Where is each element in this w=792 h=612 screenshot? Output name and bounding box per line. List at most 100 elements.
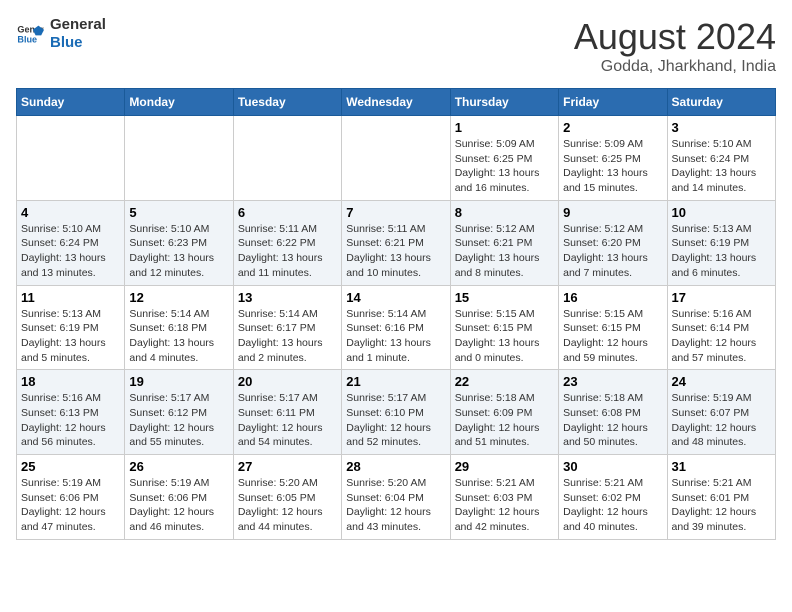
weekday-header: Thursday xyxy=(450,89,558,116)
page-subtitle: Godda, Jharkhand, India xyxy=(574,58,776,76)
page-title: August 2024 xyxy=(574,16,776,58)
day-number: 19 xyxy=(129,374,228,389)
logo-blue: Blue xyxy=(50,34,106,52)
calendar-cell: 19Sunrise: 5:17 AM Sunset: 6:12 PM Dayli… xyxy=(125,370,233,455)
title-block: August 2024 Godda, Jharkhand, India xyxy=(574,16,776,76)
weekday-header: Saturday xyxy=(667,89,775,116)
day-number: 29 xyxy=(455,459,554,474)
calendar-cell: 1 Sunrise: 5:09 AM Sunset: 6:25 PM Daylig… xyxy=(450,116,558,201)
calendar-cell: 8 Sunrise: 5:12 AM Sunset: 6:21 PM Daylig… xyxy=(450,200,558,285)
calendar-cell xyxy=(125,116,233,201)
day-info: Sunrise: 5:12 AM Sunset: 6:20 PM Dayligh… xyxy=(563,222,662,281)
day-info: Sunrise: 5:18 AM Sunset: 6:09 PM Dayligh… xyxy=(455,391,554,450)
day-number: 12 xyxy=(129,290,228,305)
day-info: Sunrise: 5:21 AM Sunset: 6:02 PM Dayligh… xyxy=(563,476,662,535)
calendar-cell xyxy=(233,116,341,201)
calendar-cell: 3Sunrise: 5:10 AM Sunset: 6:24 PM Daylig… xyxy=(667,116,775,201)
calendar-table: SundayMondayTuesdayWednesdayThursdayFrid… xyxy=(16,88,776,540)
day-info: Sunrise: 5:19 AM Sunset: 6:07 PM Dayligh… xyxy=(672,391,771,450)
day-number: 5 xyxy=(129,205,228,220)
calendar-cell: 11 Sunrise: 5:13 AM Sunset: 6:19 PM Dayli… xyxy=(17,285,125,370)
day-info: Sunrise: 5:11 AM Sunset: 6:21 PM Dayligh… xyxy=(346,222,445,281)
day-info: Sunrise: 5:16 AM Sunset: 6:13 PM Dayligh… xyxy=(21,391,120,450)
calendar-cell xyxy=(342,116,450,201)
day-info: Sunrise: 5:14 AM Sunset: 6:18 PM Dayligh… xyxy=(129,307,228,366)
day-info: Sunrise: 5:15 AM Sunset: 6:15 PM Dayligh… xyxy=(563,307,662,366)
day-info: Sunrise: 5:13 AM Sunset: 6:19 PM Dayligh… xyxy=(672,222,771,281)
day-number: 7 xyxy=(346,205,445,220)
day-info: Sunrise: 5:21 AM Sunset: 6:03 PM Dayligh… xyxy=(455,476,554,535)
calendar-cell: 10 Sunrise: 5:13 AM Sunset: 6:19 PM Dayli… xyxy=(667,200,775,285)
calendar-cell: 26Sunrise: 5:19 AM Sunset: 6:06 PM Dayli… xyxy=(125,455,233,540)
day-number: 30 xyxy=(563,459,662,474)
day-info: Sunrise: 5:20 AM Sunset: 6:04 PM Dayligh… xyxy=(346,476,445,535)
logo: General Blue General Blue xyxy=(16,16,106,52)
day-info: Sunrise: 5:18 AM Sunset: 6:08 PM Dayligh… xyxy=(563,391,662,450)
day-number: 22 xyxy=(455,374,554,389)
day-number: 25 xyxy=(21,459,120,474)
day-number: 24 xyxy=(672,374,771,389)
weekday-header: Wednesday xyxy=(342,89,450,116)
calendar-cell: 27Sunrise: 5:20 AM Sunset: 6:05 PM Dayli… xyxy=(233,455,341,540)
svg-text:Blue: Blue xyxy=(17,34,37,44)
day-number: 31 xyxy=(672,459,771,474)
calendar-cell: 17Sunrise: 5:16 AM Sunset: 6:14 PM Dayli… xyxy=(667,285,775,370)
day-number: 4 xyxy=(21,205,120,220)
day-info: Sunrise: 5:10 AM Sunset: 6:23 PM Dayligh… xyxy=(129,222,228,281)
day-number: 11 xyxy=(21,290,120,305)
calendar-cell: 15 Sunrise: 5:15 AM Sunset: 6:15 PM Dayli… xyxy=(450,285,558,370)
calendar-cell: 4 Sunrise: 5:10 AM Sunset: 6:24 PM Daylig… xyxy=(17,200,125,285)
day-info: Sunrise: 5:17 AM Sunset: 6:11 PM Dayligh… xyxy=(238,391,337,450)
day-number: 1 xyxy=(455,120,554,135)
calendar-cell: 13Sunrise: 5:14 AM Sunset: 6:17 PM Dayli… xyxy=(233,285,341,370)
calendar-cell: 21 Sunrise: 5:17 AM Sunset: 6:10 PM Dayli… xyxy=(342,370,450,455)
calendar-week-row: 25 Sunrise: 5:19 AM Sunset: 6:06 PM Dayli… xyxy=(17,455,776,540)
calendar-cell: 2 Sunrise: 5:09 AM Sunset: 6:25 PM Daylig… xyxy=(559,116,667,201)
day-number: 2 xyxy=(563,120,662,135)
page-header: General Blue General Blue August 2024 Go… xyxy=(16,16,776,76)
day-info: Sunrise: 5:19 AM Sunset: 6:06 PM Dayligh… xyxy=(129,476,228,535)
day-info: Sunrise: 5:15 AM Sunset: 6:15 PM Dayligh… xyxy=(455,307,554,366)
calendar-cell: 24 Sunrise: 5:19 AM Sunset: 6:07 PM Dayli… xyxy=(667,370,775,455)
weekday-header-row: SundayMondayTuesdayWednesdayThursdayFrid… xyxy=(17,89,776,116)
weekday-header: Tuesday xyxy=(233,89,341,116)
calendar-cell: 20 Sunrise: 5:17 AM Sunset: 6:11 PM Dayli… xyxy=(233,370,341,455)
calendar-cell: 9Sunrise: 5:12 AM Sunset: 6:20 PM Daylig… xyxy=(559,200,667,285)
calendar-cell: 30 Sunrise: 5:21 AM Sunset: 6:02 PM Dayli… xyxy=(559,455,667,540)
day-info: Sunrise: 5:11 AM Sunset: 6:22 PM Dayligh… xyxy=(238,222,337,281)
day-info: Sunrise: 5:12 AM Sunset: 6:21 PM Dayligh… xyxy=(455,222,554,281)
calendar-cell: 6Sunrise: 5:11 AM Sunset: 6:22 PM Daylig… xyxy=(233,200,341,285)
day-info: Sunrise: 5:10 AM Sunset: 6:24 PM Dayligh… xyxy=(672,137,771,196)
day-number: 8 xyxy=(455,205,554,220)
day-number: 14 xyxy=(346,290,445,305)
day-info: Sunrise: 5:13 AM Sunset: 6:19 PM Dayligh… xyxy=(21,307,120,366)
day-number: 20 xyxy=(238,374,337,389)
day-info: Sunrise: 5:17 AM Sunset: 6:10 PM Dayligh… xyxy=(346,391,445,450)
calendar-cell: 25Sunrise: 5:19 AM Sunset: 6:06 PM Dayli… xyxy=(17,455,125,540)
calendar-cell: 18 Sunrise: 5:16 AM Sunset: 6:13 PM Dayli… xyxy=(17,370,125,455)
logo-general: General xyxy=(50,16,106,34)
weekday-header: Sunday xyxy=(17,89,125,116)
day-number: 15 xyxy=(455,290,554,305)
day-info: Sunrise: 5:14 AM Sunset: 6:16 PM Dayligh… xyxy=(346,307,445,366)
calendar-week-row: 4 Sunrise: 5:10 AM Sunset: 6:24 PM Daylig… xyxy=(17,200,776,285)
calendar-cell: 31Sunrise: 5:21 AM Sunset: 6:01 PM Dayli… xyxy=(667,455,775,540)
day-number: 18 xyxy=(21,374,120,389)
day-number: 21 xyxy=(346,374,445,389)
weekday-header: Monday xyxy=(125,89,233,116)
calendar-cell xyxy=(17,116,125,201)
day-info: Sunrise: 5:16 AM Sunset: 6:14 PM Dayligh… xyxy=(672,307,771,366)
day-number: 23 xyxy=(563,374,662,389)
day-info: Sunrise: 5:14 AM Sunset: 6:17 PM Dayligh… xyxy=(238,307,337,366)
logo-icon: General Blue xyxy=(16,20,44,48)
day-info: Sunrise: 5:09 AM Sunset: 6:25 PM Dayligh… xyxy=(563,137,662,196)
calendar-week-row: 11 Sunrise: 5:13 AM Sunset: 6:19 PM Dayli… xyxy=(17,285,776,370)
calendar-cell: 22 Sunrise: 5:18 AM Sunset: 6:09 PM Dayli… xyxy=(450,370,558,455)
day-number: 27 xyxy=(238,459,337,474)
day-info: Sunrise: 5:10 AM Sunset: 6:24 PM Dayligh… xyxy=(21,222,120,281)
day-number: 28 xyxy=(346,459,445,474)
day-info: Sunrise: 5:09 AM Sunset: 6:25 PM Dayligh… xyxy=(455,137,554,196)
calendar-cell: 23 Sunrise: 5:18 AM Sunset: 6:08 PM Dayli… xyxy=(559,370,667,455)
day-number: 10 xyxy=(672,205,771,220)
day-number: 16 xyxy=(563,290,662,305)
